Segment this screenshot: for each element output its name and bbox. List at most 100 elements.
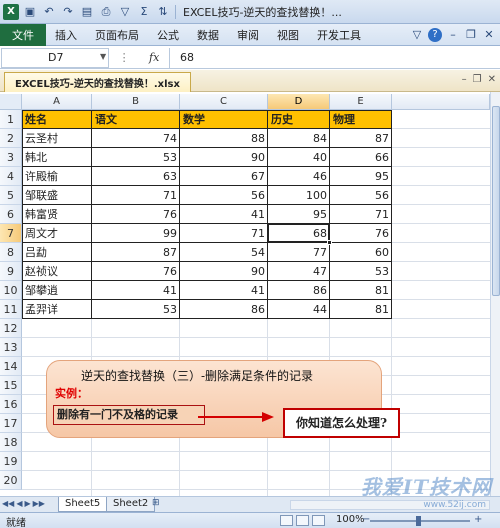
sheet-tab-sheet2[interactable]: Sheet2 (106, 497, 156, 512)
last-sheet-icon[interactable]: ▶▶ (33, 499, 45, 508)
excel-icon[interactable]: X (3, 3, 19, 20)
tab-formulas[interactable]: 公式 (148, 24, 188, 46)
table-cell[interactable]: 71 (92, 186, 180, 205)
table-cell-name[interactable]: 邹联盛 (22, 186, 92, 205)
minimize-icon[interactable]: – (446, 28, 460, 41)
table-cell[interactable]: 41 (180, 205, 268, 224)
table-cell[interactable]: 99 (92, 224, 180, 243)
table-cell-name[interactable]: 吕勐 (22, 243, 92, 262)
table-cell-name[interactable]: 云圣村 (22, 129, 92, 148)
select-all-corner[interactable] (0, 94, 22, 110)
column-header-b[interactable]: B (92, 94, 180, 110)
table-cell[interactable]: 84 (268, 129, 330, 148)
table-cell[interactable]: 44 (268, 300, 330, 319)
new-sheet-icon[interactable]: ⊞ (152, 498, 164, 510)
table-cell[interactable]: 90 (180, 148, 268, 167)
table-cell-name[interactable]: 赵祯议 (22, 262, 92, 281)
table-cell[interactable]: 87 (92, 243, 180, 262)
table-header-cell[interactable]: 物理 (330, 110, 392, 129)
sort-icon[interactable]: ⇅ (155, 4, 171, 20)
table-cell[interactable]: 95 (330, 167, 392, 186)
row-header-14[interactable]: 14 (0, 357, 22, 376)
row-header-2[interactable]: 2 (0, 129, 22, 148)
chevron-down-icon[interactable]: ▼ (100, 52, 106, 61)
table-cell[interactable]: 88 (180, 129, 268, 148)
table-cell-name[interactable]: 孟羿详 (22, 300, 92, 319)
redo-icon[interactable]: ↷ (60, 4, 76, 20)
table-cell[interactable]: 74 (92, 129, 180, 148)
table-header-cell[interactable]: 姓名 (22, 110, 92, 129)
wb-close-icon[interactable]: ✕ (488, 74, 496, 85)
tab-file[interactable]: 文件 (0, 23, 46, 46)
row-header-18[interactable]: 18 (0, 433, 22, 452)
column-header-c[interactable]: C (180, 94, 268, 110)
table-cell[interactable]: 60 (330, 243, 392, 262)
restore-icon[interactable]: ❐ (464, 28, 478, 41)
name-box[interactable]: D7 (1, 47, 109, 68)
help-icon[interactable]: ? (428, 27, 442, 42)
row-header-20[interactable]: 20 (0, 471, 22, 490)
row-header-6[interactable]: 6 (0, 205, 22, 224)
table-icon[interactable]: ▤ (79, 4, 95, 20)
table-cell-name[interactable]: 韩北 (22, 148, 92, 167)
first-sheet-icon[interactable]: ◀◀ (2, 499, 14, 508)
table-cell[interactable]: 71 (180, 224, 268, 243)
row-header-4[interactable]: 4 (0, 167, 22, 186)
table-cell[interactable]: 41 (180, 281, 268, 300)
collapse-ribbon-icon[interactable]: ▽ (410, 28, 424, 41)
print-icon[interactable]: ⎙ (98, 4, 114, 20)
table-cell[interactable]: 47 (268, 262, 330, 281)
table-cell[interactable]: 76 (330, 224, 392, 243)
table-cell[interactable]: 87 (330, 129, 392, 148)
wb-minimize-icon[interactable]: – (462, 74, 467, 85)
table-cell[interactable]: 46 (268, 167, 330, 186)
table-cell[interactable]: 56 (330, 186, 392, 205)
normal-view-icon[interactable] (280, 515, 293, 526)
tab-data[interactable]: 数据 (188, 24, 228, 46)
row-header-15[interactable]: 15 (0, 376, 22, 395)
table-cell-name[interactable]: 韩富贤 (22, 205, 92, 224)
table-cell[interactable]: 53 (92, 300, 180, 319)
table-cell[interactable]: 86 (268, 281, 330, 300)
formula-input[interactable]: 68 (169, 47, 500, 68)
table-cell[interactable]: 40 (268, 148, 330, 167)
active-cell-outline[interactable] (267, 223, 330, 243)
table-cell[interactable]: 90 (180, 262, 268, 281)
insert-function-button[interactable]: fx (149, 51, 159, 64)
row-header-10[interactable]: 10 (0, 281, 22, 300)
row-header-3[interactable]: 3 (0, 148, 22, 167)
column-header-d[interactable]: D (268, 94, 330, 110)
table-cell[interactable]: 81 (330, 300, 392, 319)
row-header-7[interactable]: 7 (0, 224, 22, 243)
table-cell[interactable]: 53 (330, 262, 392, 281)
table-cell-name[interactable]: 许殿榆 (22, 167, 92, 186)
table-cell[interactable]: 53 (92, 148, 180, 167)
table-cell[interactable]: 77 (268, 243, 330, 262)
zoom-level[interactable]: 100% (336, 514, 365, 525)
row-header-11[interactable]: 11 (0, 300, 22, 319)
row-header-12[interactable]: 12 (0, 319, 22, 338)
table-cell[interactable]: 81 (330, 281, 392, 300)
zoom-in-icon[interactable]: + (474, 514, 482, 525)
zoom-slider-handle[interactable] (416, 516, 421, 526)
table-cell[interactable]: 56 (180, 186, 268, 205)
close-icon[interactable]: ✕ (482, 28, 496, 41)
table-header-cell[interactable]: 历史 (268, 110, 330, 129)
scroll-thumb[interactable] (492, 106, 500, 296)
undo-icon[interactable]: ↶ (41, 4, 57, 20)
row-header-16[interactable]: 16 (0, 395, 22, 414)
save-icon[interactable]: ▣ (22, 4, 38, 20)
column-header-a[interactable]: A (22, 94, 92, 110)
row-header-9[interactable]: 9 (0, 262, 22, 281)
tab-insert[interactable]: 插入 (46, 24, 86, 46)
tab-page-layout[interactable]: 页面布局 (86, 24, 148, 46)
table-cell[interactable]: 67 (180, 167, 268, 186)
page-layout-view-icon[interactable] (296, 515, 309, 526)
row-header-5[interactable]: 5 (0, 186, 22, 205)
table-header-cell[interactable]: 语文 (92, 110, 180, 129)
vertical-scrollbar[interactable] (490, 92, 500, 496)
table-cell[interactable]: 95 (268, 205, 330, 224)
column-header-e[interactable]: E (330, 94, 392, 110)
sum-icon[interactable]: Σ (136, 4, 152, 20)
tab-view[interactable]: 视图 (268, 24, 308, 46)
